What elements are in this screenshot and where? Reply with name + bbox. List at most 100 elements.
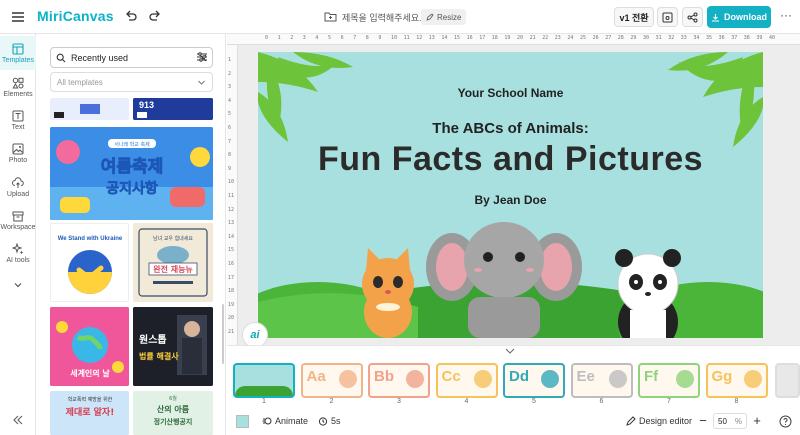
- page-thumbnail[interactable]: [775, 363, 800, 398]
- resize-button[interactable]: Resize: [421, 9, 467, 25]
- svg-text:913: 913: [139, 100, 154, 110]
- rail-label: Text: [11, 123, 25, 131]
- page-number: 5: [532, 398, 536, 405]
- ruler-tick-label: 14: [228, 233, 235, 240]
- ruler-tick-label: 2: [228, 70, 232, 77]
- panda-illustration: [615, 249, 681, 338]
- menu-icon[interactable]: [10, 9, 26, 25]
- template-thumb-ukraine[interactable]: We Stand with Ukraine: [50, 223, 129, 302]
- panel-scrollbar[interactable]: [222, 304, 224, 364]
- page-thumbnail[interactable]: Cc: [435, 363, 498, 398]
- page-thumbnail-hills: [235, 386, 293, 396]
- download-button[interactable]: Download: [707, 6, 771, 28]
- template-thumb-mountain[interactable]: 6월 산의 아름 정기산행공지: [133, 391, 213, 435]
- slide-subtitle[interactable]: The ABCs of Animals:: [258, 120, 763, 137]
- rail-item-photo[interactable]: Photo: [0, 136, 36, 170]
- template-thumb-lecture[interactable]: 원스톱 법률 해결사: [133, 307, 213, 386]
- thumb-text: 학교폭력 예방을 위한: [68, 396, 113, 403]
- page-thumbnail[interactable]: Bb: [368, 363, 430, 398]
- ruler-tick-label: 26: [592, 35, 599, 41]
- rail-item-upload[interactable]: Upload: [0, 170, 36, 204]
- cat-illustration: [362, 248, 414, 338]
- template-filter-select[interactable]: All templates: [50, 72, 213, 92]
- ruler-tick-label: 1: [277, 35, 281, 41]
- ruler-tick-label: 10: [228, 179, 235, 186]
- chevron-down-icon: [14, 283, 22, 288]
- zoom-input[interactable]: 50 %: [713, 413, 747, 429]
- slide-school-name[interactable]: Your School Name: [258, 86, 763, 100]
- ruler-tick-label: 5: [228, 111, 232, 118]
- undo-icon[interactable]: [124, 9, 138, 23]
- page-thumbnail[interactable]: Ee: [570, 363, 633, 398]
- share-button[interactable]: [682, 7, 703, 27]
- animate-button[interactable]: Animate: [262, 416, 308, 426]
- templates-icon: [12, 42, 24, 55]
- filter-icon[interactable]: [196, 51, 208, 63]
- rail-item-text[interactable]: Text: [0, 103, 36, 137]
- thumb-text: 원스톱: [139, 333, 167, 346]
- rail-more-button[interactable]: [0, 268, 36, 302]
- document-title-input[interactable]: 제목을 입력해주세요.: [342, 11, 422, 24]
- share-icon: [687, 12, 698, 22]
- chevron-down-icon[interactable]: [504, 348, 516, 354]
- help-icon[interactable]: [779, 415, 792, 428]
- timer-button[interactable]: 5s: [318, 416, 341, 426]
- elements-icon: [12, 77, 24, 88]
- page-thumbnail[interactable]: Aa: [300, 363, 363, 398]
- ruler-tick-label: 33: [680, 35, 687, 41]
- save-button[interactable]: [657, 7, 678, 27]
- template-preview: 세계인의 날: [50, 307, 129, 386]
- left-rail: Templates Elements Text Photo Upload Wor…: [0, 34, 36, 435]
- rail-item-workspace[interactable]: Workspace: [0, 203, 36, 237]
- ruler-tick-label: 19: [504, 35, 511, 41]
- ruler-tick-label: 6: [228, 125, 232, 131]
- ruler-tick-label: 18: [228, 288, 235, 295]
- ruler-tick-label: 19: [228, 301, 235, 308]
- page-thumbnail[interactable]: [233, 363, 295, 398]
- ruler-tick-label: 4: [228, 97, 232, 104]
- slide-author[interactable]: By Jean Doe: [258, 193, 763, 207]
- ruler-tick-label: 11: [228, 193, 235, 199]
- background-color-swatch[interactable]: [236, 415, 249, 428]
- design-editor-button[interactable]: Design editor: [626, 416, 692, 426]
- slide-title[interactable]: Fun Facts and Pictures: [258, 140, 763, 179]
- rail-item-elements[interactable]: Elements: [0, 70, 36, 104]
- page-thumbnail[interactable]: Gg: [705, 363, 768, 398]
- rail-label: Photo: [8, 156, 28, 164]
- logo[interactable]: MiriCanvas: [37, 8, 114, 24]
- resize-label: Resize: [437, 12, 462, 22]
- ruler-tick-label: 27: [605, 35, 612, 41]
- version-button[interactable]: v1 전환: [614, 7, 654, 27]
- template-preview: 서나래 학교 축제 여름축제 공지사항: [50, 127, 213, 220]
- zoom-in-button[interactable]: +: [751, 413, 763, 428]
- template-thumb-festival[interactable]: 서나래 학교 축제 여름축제 공지사항: [50, 127, 213, 220]
- template-thumb[interactable]: 913: [133, 98, 213, 120]
- page-thumbnail-animal: [406, 370, 424, 388]
- redo-icon[interactable]: [148, 9, 162, 23]
- slide-canvas[interactable]: Your School Name The ABCs of Animals: Fu…: [258, 52, 763, 338]
- rail-item-ai-tools[interactable]: AI tools: [0, 236, 36, 270]
- ruler-tick-label: 39: [756, 35, 763, 41]
- template-preview: We Stand with Ukraine: [51, 224, 128, 301]
- ruler-tick-label: 24: [567, 35, 574, 41]
- thumb-text: We Stand with Ukraine: [58, 236, 123, 242]
- page-thumbnail[interactable]: Dd: [503, 363, 565, 398]
- ruler-tick-label: 34: [693, 35, 700, 41]
- folder-icon[interactable]: [324, 10, 337, 23]
- pencil-icon: [626, 416, 636, 426]
- template-preview: [50, 98, 129, 120]
- rail-item-templates[interactable]: Templates: [0, 36, 36, 70]
- template-thumb[interactable]: [50, 98, 129, 120]
- thumb-text: 세계인의 날: [70, 368, 110, 378]
- zoom-out-button[interactable]: −: [697, 413, 709, 428]
- template-thumb-world[interactable]: 세계인의 날: [50, 307, 129, 386]
- collapse-panel-icon[interactable]: [11, 413, 25, 427]
- page-thumbnail[interactable]: Ff: [638, 363, 700, 398]
- template-thumb-notice[interactable]: 학교폭력 예방을 위한 제대로 알자!: [50, 391, 129, 435]
- more-options-button[interactable]: ···: [779, 8, 793, 26]
- page-thumbnail-animal: [473, 370, 492, 388]
- ruler-tick-label: 9: [378, 35, 382, 41]
- search-input[interactable]: [71, 52, 194, 63]
- top-bar: MiriCanvas 제목을 입력해주세요. Resize v1 전환 Down…: [0, 0, 800, 34]
- template-thumb-fish[interactable]: 남녀 교우 힘내세요 완전 재능뉴: [133, 223, 213, 302]
